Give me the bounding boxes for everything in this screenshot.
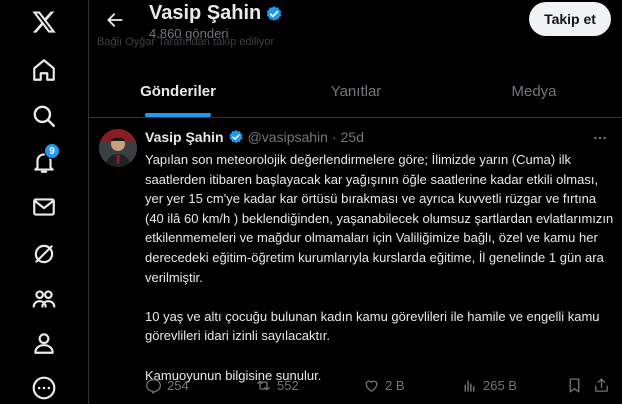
x-logo-icon[interactable] bbox=[28, 6, 60, 38]
tweet-time[interactable]: 25d bbox=[341, 129, 364, 145]
bookmark-icon bbox=[569, 378, 580, 393]
profile-icon[interactable] bbox=[28, 327, 60, 359]
tweet[interactable]: Vasip Şahin @vasipsahin · 25d Yapılan so… bbox=[89, 119, 622, 404]
followed-by-text: Bağlı Oyğar Tarafından takip ediliyor bbox=[97, 36, 275, 48]
main-column: Vasip Şahin 4.860 gönderi Bağlı Oyğar Ta… bbox=[88, 0, 622, 404]
share-icon bbox=[595, 378, 608, 392]
separator-dot: · bbox=[331, 129, 337, 145]
profile-header: Vasip Şahin 4.860 gönderi Bağlı Oyğar Ta… bbox=[89, 0, 622, 60]
views-button[interactable]: 265 B bbox=[461, 377, 517, 394]
reply-icon bbox=[146, 379, 161, 394]
like-button[interactable]: 2 B bbox=[363, 377, 405, 394]
back-arrow-icon[interactable] bbox=[97, 4, 133, 36]
home-icon[interactable] bbox=[28, 54, 60, 86]
avatar[interactable] bbox=[99, 129, 137, 167]
tweet-text: Yapılan son meteorolojik değerlendirmele… bbox=[145, 150, 615, 385]
like-icon bbox=[365, 380, 378, 392]
notifications-badge: 9 bbox=[44, 143, 60, 159]
more-circle-icon[interactable] bbox=[28, 372, 60, 404]
active-tab-indicator bbox=[145, 113, 211, 117]
profile-tabs: Gönderiler Yanıtlar Medya bbox=[89, 66, 622, 118]
profile-name-text: Vasip Şahin bbox=[149, 2, 262, 24]
share-button[interactable] bbox=[593, 377, 610, 394]
like-count: 2 B bbox=[385, 378, 405, 393]
search-icon[interactable] bbox=[28, 100, 60, 132]
views-count: 265 B bbox=[483, 378, 517, 393]
communities-icon[interactable] bbox=[28, 283, 60, 315]
mail-icon[interactable] bbox=[28, 191, 60, 223]
bookmark-button[interactable] bbox=[566, 377, 583, 394]
tweet-handle[interactable]: @vasipsahin bbox=[248, 129, 328, 145]
notifications-nav[interactable]: 9 bbox=[28, 143, 60, 178]
tab-media-label: Medya bbox=[511, 83, 557, 100]
tab-replies-label: Yanıtlar bbox=[330, 83, 382, 100]
tweet-paragraph: 10 yaş ve altı çocuğu bulunan kadın kamu… bbox=[145, 308, 600, 344]
follow-button[interactable]: Takip et bbox=[529, 2, 611, 36]
repost-count: 552 bbox=[277, 378, 299, 393]
left-nav: 9 bbox=[0, 0, 88, 404]
reply-button[interactable]: 254 bbox=[145, 377, 189, 394]
profile-name: Vasip Şahin bbox=[149, 2, 283, 25]
tab-media[interactable]: Medya bbox=[445, 66, 622, 117]
verified-badge-icon bbox=[229, 130, 242, 144]
tab-posts[interactable]: Gönderiler bbox=[89, 66, 267, 117]
tweet-paragraph: Yapılan son meteorolojik değerlendirmele… bbox=[145, 152, 614, 285]
reply-count: 254 bbox=[167, 378, 189, 393]
tweet-actions: 254 552 2 B 265 B bbox=[145, 373, 611, 397]
tab-replies[interactable]: Yanıtlar bbox=[267, 66, 445, 117]
repost-icon bbox=[257, 380, 270, 391]
more-dots-icon[interactable] bbox=[589, 127, 611, 149]
grok-icon[interactable] bbox=[28, 238, 60, 270]
views-icon bbox=[464, 380, 475, 392]
tweet-header: Vasip Şahin @vasipsahin · 25d bbox=[145, 129, 364, 145]
verified-badge-icon bbox=[267, 5, 282, 21]
tab-posts-label: Gönderiler bbox=[140, 83, 216, 100]
tweet-author-name[interactable]: Vasip Şahin bbox=[145, 129, 224, 145]
repost-button[interactable]: 552 bbox=[255, 377, 299, 394]
